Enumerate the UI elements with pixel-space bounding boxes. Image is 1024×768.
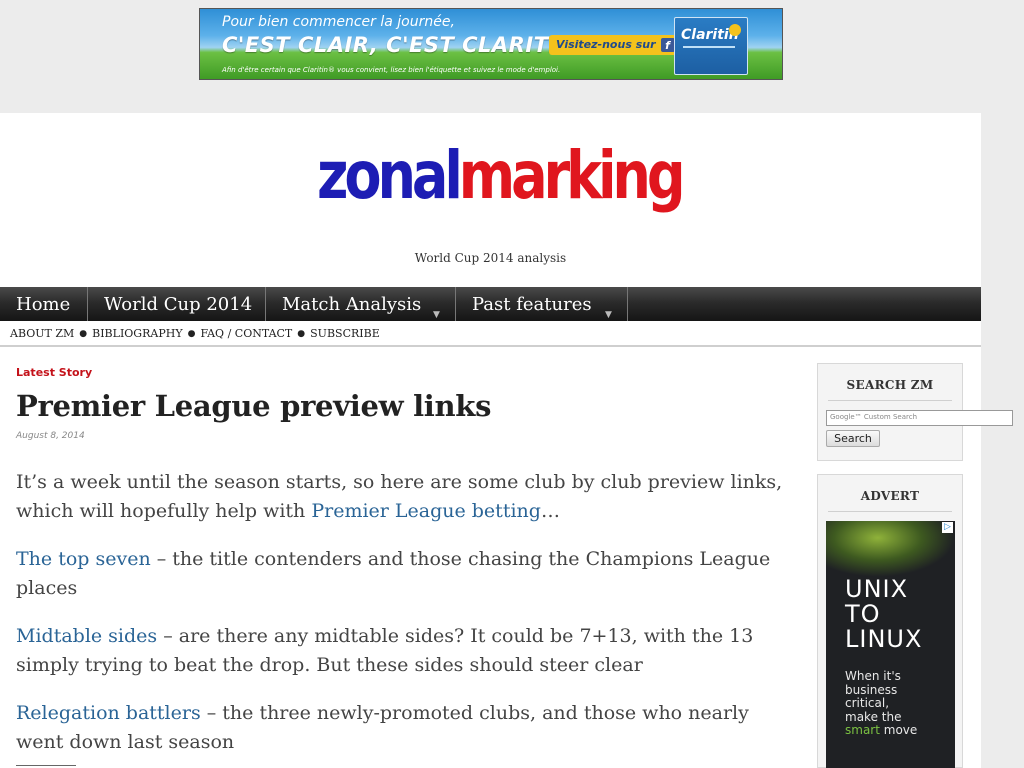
article-date: August 8, 2014 (16, 431, 85, 441)
nav-world-cup-2014[interactable]: World Cup 2014 (88, 287, 266, 321)
ad-body-line: business (845, 682, 898, 697)
nav-past-features-label: Past features (472, 294, 592, 315)
secondary-nav: ABOUT ZM ● BIBLIOGRAPHY ● FAQ / CONTACT ● SUBS… (10, 327, 380, 340)
facebook-icon: f (660, 38, 675, 52)
nav-home[interactable]: Home (0, 287, 88, 321)
search-widget-title: SEARCH ZM (846, 378, 934, 392)
ad-headline-line: TO (845, 600, 881, 628)
subnav-divider (0, 345, 981, 347)
article-title[interactable]: Premier League preview links (16, 389, 491, 423)
ad-texture-image (826, 521, 955, 577)
adchoices-icon[interactable]: ▷ (942, 522, 953, 533)
bullet-separator: ● (79, 329, 88, 339)
subnav-faq-contact[interactable]: FAQ / CONTACT (200, 327, 292, 340)
logo-part-zonal: zonal (317, 137, 463, 214)
ad-body-copy: When it's business critical, make the sm… (845, 669, 918, 738)
ad-body-line: make the (845, 709, 902, 724)
ad-headline-line: LINUX (845, 625, 923, 653)
top-seven-link[interactable]: The top seven (16, 548, 151, 570)
ad-body-text: move (879, 723, 918, 737)
widget-divider (828, 511, 952, 512)
banner-fine-print: Afin d'être certain que Claritin® vous c… (222, 66, 561, 74)
premier-league-betting-link[interactable]: Premier League betting (311, 500, 541, 522)
subnav-bibliography[interactable]: BIBLIOGRAPHY (92, 327, 182, 340)
ad-body-highlight: smart (845, 723, 880, 737)
subnav-about[interactable]: ABOUT ZM (10, 327, 74, 340)
paragraph-tail: … (540, 500, 560, 522)
main-nav: Home World Cup 2014 Match Analysis ▼ Pas… (0, 287, 981, 321)
unix-to-linux-ad[interactable]: ▷ UNIX TO LINUX When it's business criti… (826, 521, 955, 768)
banner-line1: Pour bien commencer la journée, (222, 14, 455, 30)
nav-past-features[interactable]: Past features ▼ (456, 287, 628, 321)
claritin-banner-ad[interactable]: Pour bien commencer la journée, C'EST CL… (199, 8, 783, 80)
search-button[interactable]: Search (826, 430, 880, 447)
ad-body-line: critical, (845, 696, 890, 710)
ad-headline-line: UNIX (845, 575, 909, 603)
logo-part-marking: marking (458, 137, 686, 214)
search-input[interactable]: Google™ Custom Search (826, 410, 1013, 426)
latest-story-kicker: Latest Story (16, 366, 93, 379)
content-divider (16, 765, 76, 766)
advert-widget-title: ADVERT (860, 489, 920, 503)
ad-headline: UNIX TO LINUX (845, 577, 922, 652)
article-paragraph-4: Relegation battlers – the three newly-pr… (16, 699, 801, 757)
chevron-down-icon: ▼ (433, 310, 440, 320)
bullet-separator: ● (297, 329, 306, 339)
top-ad-band: Pour bien commencer la journée, C'EST CL… (0, 0, 1024, 113)
nav-home-label: Home (16, 294, 71, 315)
nav-match-analysis[interactable]: Match Analysis ▼ (266, 287, 456, 321)
article-paragraph-2: The top seven – the title contenders and… (16, 545, 801, 603)
ad-body-line: When it's (845, 669, 901, 683)
widget-divider (828, 400, 952, 401)
banner-headline: C'EST CLAIR, C'EST CLARITIN. (222, 33, 584, 57)
facebook-visit-label: Visitez-nous sur (556, 38, 656, 51)
bullet-separator: ● (187, 329, 196, 339)
facebook-visit-button[interactable]: Visitez-nous sur f (549, 35, 678, 55)
subnav-subscribe[interactable]: SUBSCRIBE (310, 327, 380, 340)
nav-world-cup-label: World Cup 2014 (104, 294, 253, 315)
ad-body-line: smart move (845, 723, 918, 738)
article-paragraph-1: It’s a week until the season starts, so … (16, 468, 801, 526)
nav-match-analysis-label: Match Analysis (282, 294, 422, 315)
midtable-sides-link[interactable]: Midtable sides (16, 625, 157, 647)
site-tagline: World Cup 2014 analysis (414, 251, 567, 265)
site-logo[interactable]: zonalmarking (317, 143, 686, 209)
claritin-product-image: Claritin (674, 17, 748, 75)
article-paragraph-3: Midtable sides – are there any midtable … (16, 622, 801, 680)
chevron-down-icon: ▼ (605, 310, 612, 320)
relegation-battlers-link[interactable]: Relegation battlers (16, 702, 201, 724)
